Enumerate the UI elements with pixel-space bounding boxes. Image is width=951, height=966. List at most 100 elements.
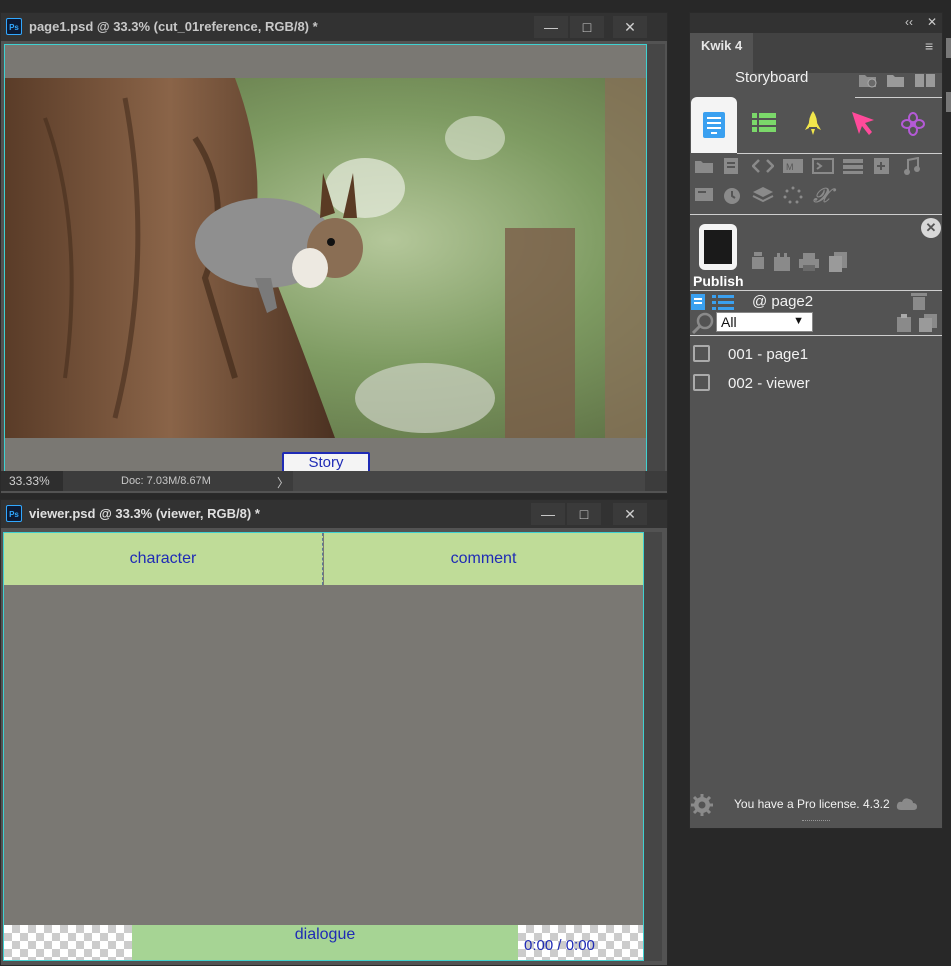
- divider: [690, 290, 942, 291]
- dialogue-label: dialogue: [294, 926, 356, 943]
- close-button[interactable]: ✕: [613, 16, 647, 38]
- comment-label: comment: [450, 550, 517, 567]
- copy-icon[interactable]: [828, 251, 848, 272]
- dialogue-panel[interactable]: dialogue: [132, 925, 518, 960]
- publish-close-button[interactable]: ✕: [921, 218, 941, 238]
- vertical-scrollbar[interactable]: [647, 44, 665, 471]
- canvas[interactable]: character comment dialogue 0:00 / 0:00: [3, 532, 644, 961]
- divider: [690, 214, 942, 215]
- list-item[interactable]: 001 - page1: [690, 343, 942, 369]
- page-checkbox[interactable]: [693, 345, 710, 362]
- plugins-icon[interactable]: [772, 251, 792, 271]
- filter-select[interactable]: All ▼: [716, 312, 813, 332]
- character-panel[interactable]: character: [4, 533, 323, 585]
- zoom-level[interactable]: 33.33%: [1, 471, 63, 491]
- close-button[interactable]: ✕: [613, 503, 647, 525]
- console-tool-icon[interactable]: [812, 157, 834, 177]
- spinner-tool-icon[interactable]: [782, 185, 803, 205]
- maximize-button[interactable]: □: [570, 16, 604, 38]
- list-view-icon[interactable]: [712, 295, 734, 311]
- code-tool-icon[interactable]: [751, 157, 775, 177]
- search-icon[interactable]: [692, 312, 714, 334]
- folder-tool-icon[interactable]: [694, 157, 714, 177]
- pages-view-icon[interactable]: [690, 293, 706, 311]
- page-label: 001 - page1: [728, 346, 809, 363]
- duplicate-icon[interactable]: [918, 313, 938, 333]
- squirrel-photo: [5, 78, 646, 438]
- current-page-label: @ page2: [752, 293, 814, 310]
- trash-icon[interactable]: [910, 291, 928, 311]
- html-tool-icon[interactable]: M: [782, 157, 803, 177]
- list-item[interactable]: 002 - viewer: [690, 372, 942, 398]
- list-icon[interactable]: [752, 112, 776, 134]
- story-button[interactable]: Story: [282, 452, 370, 473]
- panel-header: ‹‹ ✕: [690, 13, 942, 33]
- title-bar[interactable]: Ps page1.psd @ 33.3% (cut_01reference, R…: [1, 13, 667, 41]
- divider: [737, 153, 942, 154]
- vertical-scrollbar[interactable]: [644, 532, 662, 961]
- horizontal-scrollbar[interactable]: [293, 471, 645, 491]
- panel-menu-icon[interactable]: ≡: [925, 38, 933, 54]
- new-folder-icon[interactable]: [858, 71, 878, 91]
- chevron-down-icon: ▼: [793, 315, 804, 327]
- checker-left: [4, 925, 132, 960]
- android-icon[interactable]: [748, 251, 768, 271]
- kwik-panel: ‹‹ ✕ Kwik 4 ≡ Storyboard M 𝒳 Publish ✕ @…: [689, 12, 943, 829]
- filter-value: All: [721, 314, 737, 330]
- cursor-icon[interactable]: [850, 110, 876, 136]
- add-page-icon[interactable]: [872, 157, 892, 177]
- document-title: viewer.psd @ 33.3% (viewer, RGB/8) *: [29, 506, 260, 521]
- character-label: character: [129, 550, 197, 567]
- page-icon: [703, 112, 725, 138]
- variable-tool-icon[interactable]: 𝒳: [812, 185, 832, 205]
- publish-label: Publish: [693, 273, 744, 289]
- maximize-button[interactable]: □: [567, 503, 601, 525]
- printer-icon[interactable]: [798, 251, 819, 271]
- stack-tool-icon[interactable]: [842, 157, 863, 177]
- comment-panel[interactable]: comment: [324, 533, 643, 585]
- collapse-icon[interactable]: ‹‹: [905, 15, 913, 29]
- right-edge-strip: [944, 30, 951, 150]
- doc-size: Doc: 7.03M/8.67M: [121, 475, 211, 487]
- page-checkbox[interactable]: [693, 374, 710, 391]
- tools-grid: M 𝒳: [694, 156, 940, 213]
- document-window-viewer[interactable]: Ps viewer.psd @ 33.3% (viewer, RGB/8) * …: [0, 499, 668, 966]
- rocket-icon[interactable]: [803, 110, 823, 136]
- paste-icon[interactable]: [895, 313, 915, 333]
- tab-kwik4[interactable]: Kwik 4: [690, 33, 753, 73]
- storyboard-toolbar: [858, 71, 942, 93]
- flower-icon[interactable]: [901, 112, 925, 136]
- document-title: page1.psd @ 33.3% (cut_01reference, RGB/…: [29, 19, 318, 34]
- checker-right: 0:00 / 0:00: [518, 925, 643, 960]
- tab-row: Kwik 4 ≡: [690, 33, 942, 73]
- publish-button[interactable]: Publish: [693, 223, 744, 289]
- layers-tool-icon[interactable]: [752, 185, 774, 205]
- open-folder-icon[interactable]: [886, 71, 906, 91]
- publish-tools: [748, 251, 858, 275]
- video-tool-icon[interactable]: [694, 185, 714, 205]
- minimize-button[interactable]: —: [534, 16, 568, 38]
- status-bar: 33.33% Doc: 7.03M/8.67M 〉: [1, 471, 667, 491]
- gear-icon[interactable]: [691, 794, 713, 816]
- time-label: 0:00 / 0:00: [524, 937, 595, 954]
- divider: [690, 335, 942, 336]
- status-menu-arrow[interactable]: 〉: [277, 474, 289, 491]
- text-tool-icon[interactable]: [722, 157, 742, 177]
- music-tool-icon[interactable]: [902, 156, 922, 177]
- category-tab-pages[interactable]: [691, 97, 737, 153]
- page-label: 002 - viewer: [728, 375, 810, 392]
- minimize-button[interactable]: —: [531, 503, 565, 525]
- canvas[interactable]: Story: [4, 44, 647, 473]
- cloud-icon[interactable]: [896, 797, 918, 811]
- photoshop-icon: Ps: [6, 18, 22, 35]
- panel-close-icon[interactable]: ✕: [927, 15, 937, 29]
- timer-tool-icon[interactable]: [722, 185, 742, 205]
- tablet-icon: [699, 224, 737, 270]
- storyboard-title: Storyboard: [735, 69, 809, 86]
- title-bar[interactable]: Ps viewer.psd @ 33.3% (viewer, RGB/8) * …: [1, 500, 667, 528]
- svg-text:M: M: [786, 162, 794, 172]
- panel-resize-grip[interactable]: [802, 820, 830, 824]
- document-window-page1[interactable]: Ps page1.psd @ 33.3% (cut_01reference, R…: [0, 12, 668, 494]
- book-icon[interactable]: [914, 71, 935, 91]
- divider: [855, 97, 942, 98]
